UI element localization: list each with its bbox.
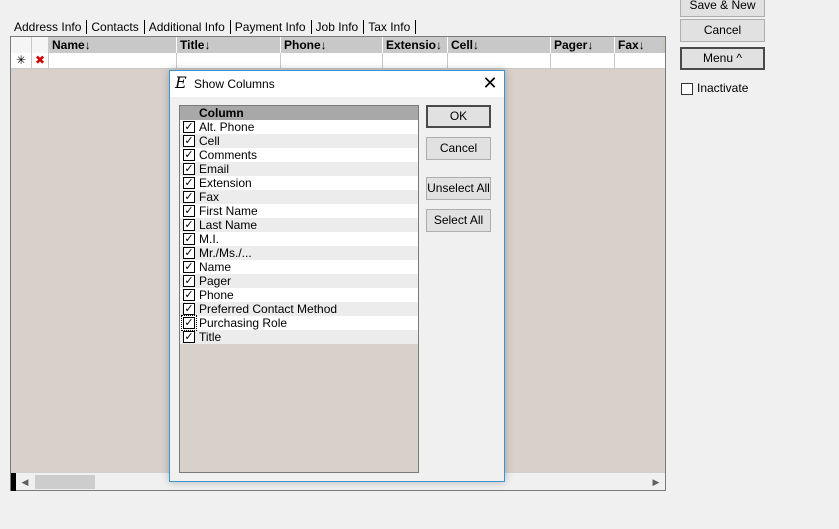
column-checkbox[interactable]: ✓ [183,233,195,245]
cell-fax[interactable] [615,53,663,68]
column-checkbox[interactable]: ✓ [183,135,195,147]
column-header-title[interactable]: Title↓ [177,37,281,53]
dialog-title: Show Columns [194,77,275,91]
select-all-button[interactable]: Select All [426,209,491,232]
column-list-item[interactable]: ✓ Extension [180,176,418,190]
column-label: Purchasing Role [199,316,288,330]
column-label: Name [199,260,232,274]
column-checkbox[interactable]: ✓ [183,275,195,287]
column-checkbox[interactable]: ✓ [183,191,195,203]
column-list-item[interactable]: ✓ Email [180,162,418,176]
column-label: Preferred Contact Method [199,302,338,316]
dialog-cancel-button[interactable]: Cancel [426,137,491,160]
column-label: Title [199,330,222,344]
column-list-item[interactable]: ✓ Phone [180,288,418,302]
tab-payment-info[interactable]: Payment Info [231,19,312,34]
column-label: Cell [199,134,220,148]
column-list-item[interactable]: ✓ Alt. Phone [180,120,418,134]
column-checkbox[interactable]: ✓ [183,121,195,133]
save-new-button[interactable]: Save & New [680,0,765,17]
column-header-phone[interactable]: Phone↓ [281,37,383,53]
column-label: Extension [199,176,252,190]
ok-button[interactable]: OK [426,105,491,128]
tab-address-info[interactable]: Address Info [10,19,88,34]
column-list: Column ✓ Alt. Phone ✓ Cell ✓ Comments ✓ Email ✓ E… [179,105,419,473]
column-header-extension[interactable]: Extensio↓ [383,37,448,53]
column-label: Mr./Ms./... [199,246,252,260]
column-header-name[interactable]: Name↓ [49,37,177,53]
inactivate-label: Inactivate [697,81,749,95]
tab-additional-info[interactable]: Additional Info [145,19,231,34]
scroll-right-icon[interactable]: ▶ [648,474,664,490]
cell-name[interactable] [49,53,177,68]
column-checkbox[interactable]: ✓ [183,289,195,301]
tab-contacts[interactable]: Contacts [87,19,145,34]
column-list-item[interactable]: ✓ Name [180,260,418,274]
column-label: Pager [199,274,232,288]
column-checkbox[interactable]: ✓ [183,261,195,273]
column-label: Phone [199,288,234,302]
tab-tax-info[interactable]: Tax Info [364,19,417,34]
cell-extension[interactable] [383,53,448,68]
dialog-title-bar: E Show Columns ✕ [170,71,504,97]
column-label: Fax [199,190,220,204]
scroll-left-icon[interactable]: ◀ [17,474,33,490]
grid-corner-2 [32,37,49,53]
column-checkbox[interactable]: ✓ [183,303,195,315]
column-checkbox[interactable]: ✓ [183,205,195,217]
menu-button[interactable]: Menu ^ [680,47,765,70]
column-list-item[interactable]: ✓ M.I. [180,232,418,246]
column-label: First Name [199,204,258,218]
scrollbar-edge [11,473,16,491]
tab-bar: Address Info Contacts Additional Info Pa… [10,17,417,36]
column-header-fax[interactable]: Fax↓ [615,37,663,53]
delete-row-icon[interactable]: ✖ [32,53,49,68]
cell-cell[interactable] [448,53,551,68]
new-row[interactable]: ✳ ✖ [11,53,665,69]
cell-title[interactable] [177,53,281,68]
unselect-all-button[interactable]: Unselect All [426,177,491,200]
column-list-item[interactable]: ✓ Preferred Contact Method [180,302,418,316]
column-list-item[interactable]: ✓ First Name [180,204,418,218]
column-label: Comments [199,148,258,162]
column-list-rows: ✓ Alt. Phone ✓ Cell ✓ Comments ✓ Email ✓ Extensio… [180,120,418,344]
column-label: Email [199,162,230,176]
column-list-item[interactable]: ✓ Comments [180,148,418,162]
column-list-item[interactable]: ✓ Mr./Ms./... [180,246,418,260]
new-row-icon: ✳ [11,53,32,68]
column-checkbox[interactable]: ✓ [183,163,195,175]
column-list-item[interactable]: ✓ Last Name [180,218,418,232]
column-list-item[interactable]: ✓ Cell [180,134,418,148]
show-columns-dialog: E Show Columns ✕ Column ✓ Alt. Phone ✓ Cell… [169,70,505,482]
column-list-item[interactable]: ✓ Purchasing Role [180,315,418,331]
scrollbar-thumb[interactable] [35,475,95,489]
column-list-header: Column [180,106,418,120]
column-checkbox[interactable]: ✓ [183,149,195,161]
app-logo-icon: E [175,73,187,92]
column-checkbox[interactable]: ✓ [181,315,197,331]
column-header-cell[interactable]: Cell↓ [448,37,551,53]
grid-corner [11,37,32,53]
tab-job-info[interactable]: Job Info [312,19,365,34]
column-checkbox[interactable]: ✓ [183,331,195,343]
cancel-button[interactable]: Cancel [680,19,765,42]
column-label: Alt. Phone [199,120,255,134]
column-checkbox[interactable]: ✓ [183,177,195,189]
cell-pager[interactable] [551,53,615,68]
column-list-item[interactable]: ✓ Fax [180,190,418,204]
inactivate-checkbox[interactable] [681,83,693,95]
column-label: M.I. [199,232,219,246]
column-checkbox[interactable]: ✓ [183,247,195,259]
column-checkbox[interactable]: ✓ [183,219,195,231]
close-icon[interactable]: ✕ [480,73,500,93]
grid-header: Name↓ Title↓ Phone↓ Extensio↓ Cell↓ Page… [11,37,665,53]
column-header-pager[interactable]: Pager↓ [551,37,615,53]
column-label: Last Name [199,218,258,232]
cell-phone[interactable] [281,53,383,68]
column-list-item[interactable]: ✓ Title [180,330,418,344]
column-list-item[interactable]: ✓ Pager [180,274,418,288]
